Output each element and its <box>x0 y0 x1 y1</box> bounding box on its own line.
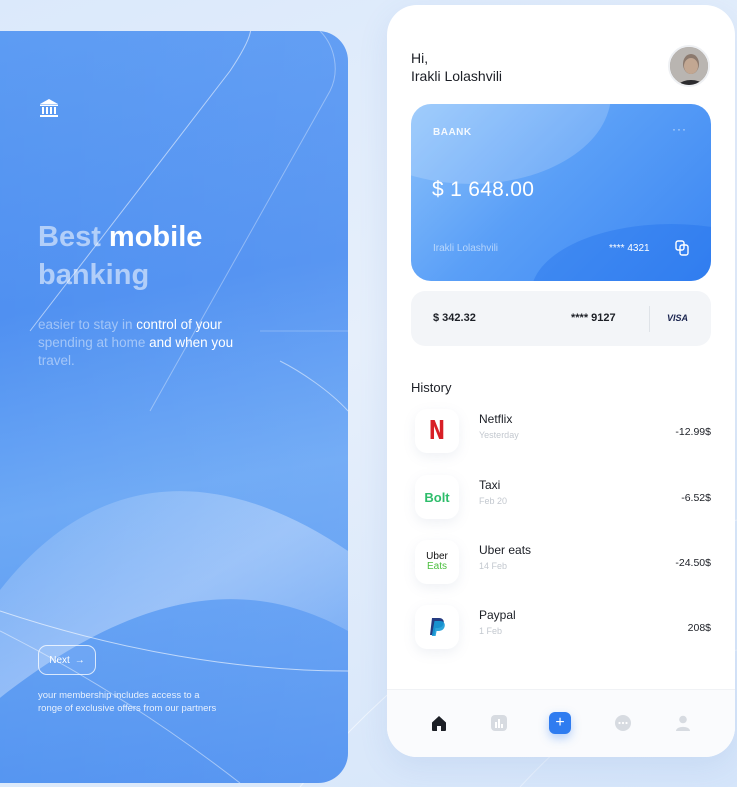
secondary-card-amount: $ 342.32 <box>433 312 476 324</box>
card-holder: Irakli Lolashvili <box>433 243 499 254</box>
uber-eats-logo: Uber Eats <box>415 540 459 584</box>
transaction-name: Uber eats <box>479 543 532 557</box>
chat-icon <box>615 715 631 731</box>
bank-icon <box>40 99 58 117</box>
banking-home-screen: Hi, Irakli Lolashvili BAANK ··· $ 1 648.… <box>387 5 735 757</box>
card-balance: $ 1 648.00 <box>432 178 535 201</box>
paypal-icon <box>430 618 445 636</box>
profile-icon <box>676 715 690 731</box>
next-button[interactable]: Next → <box>38 645 96 675</box>
paypal-logo <box>415 605 459 649</box>
avatar[interactable] <box>668 45 710 87</box>
arrow-right-icon: → <box>74 654 85 666</box>
visa-logo: VISA <box>667 313 689 323</box>
transaction-row[interactable]: Bolt Taxi Feb 20 -6.52$ <box>411 475 711 527</box>
add-button[interactable]: + <box>549 712 571 734</box>
secondary-card-number: **** 9127 <box>571 312 616 324</box>
transaction-date: Feb 20 <box>479 496 508 506</box>
transaction-amount: -6.52$ <box>681 492 711 504</box>
netflix-logo: N <box>415 409 459 453</box>
add-icon: + <box>555 714 565 731</box>
transaction-row[interactable]: Paypal 1 Feb 208$ <box>411 605 711 657</box>
home-icon <box>432 716 446 731</box>
onboarding-description: easier to stay in control of your spendi… <box>38 317 234 368</box>
tab-profile[interactable] <box>673 713 693 733</box>
greeting: Hi, Irakli Lolashvili <box>411 50 503 84</box>
primary-card[interactable]: BAANK ··· $ 1 648.00 Irakli Lolashvili *… <box>411 104 711 281</box>
history-title: History <box>411 380 452 395</box>
tab-home[interactable] <box>429 713 449 733</box>
transaction-amount: 208$ <box>687 622 711 634</box>
onboarding-screen: Best mobile banking easier to stay in co… <box>0 31 348 783</box>
stats-icon <box>491 715 507 731</box>
transaction-name: Taxi <box>479 478 501 492</box>
bolt-logo: Bolt <box>415 475 459 519</box>
transaction-amount: -12.99$ <box>675 426 711 438</box>
bottom-tab-bar: + <box>387 689 735 757</box>
secondary-card[interactable]: $ 342.32 **** 9127 VISA <box>411 291 711 346</box>
transaction-date: 1 Feb <box>479 626 503 636</box>
onboarding-headline: Best mobile banking <box>38 221 203 291</box>
card-brand: BAANK <box>433 127 472 138</box>
transaction-name: Netflix <box>479 412 513 426</box>
transaction-name: Paypal <box>479 608 516 622</box>
transaction-row[interactable]: N Netflix Yesterday -12.99$ <box>411 409 711 461</box>
card-menu-icon[interactable]: ··· <box>672 122 687 136</box>
tab-stats[interactable] <box>489 713 509 733</box>
divider <box>649 306 650 332</box>
transaction-date: Yesterday <box>479 430 519 440</box>
transaction-date: 14 Feb <box>479 561 508 571</box>
copy-icon[interactable] <box>675 240 689 256</box>
tab-chat[interactable] <box>613 713 633 733</box>
membership-note: your membership includes access to a ron… <box>38 690 217 714</box>
avatar-image <box>670 47 708 85</box>
card-number: **** 4321 <box>609 243 650 254</box>
transaction-row[interactable]: Uber Eats Uber eats 14 Feb -24.50$ <box>411 540 711 592</box>
user-name: Irakli Lolashvili <box>411 68 503 84</box>
transaction-amount: -24.50$ <box>675 557 711 569</box>
